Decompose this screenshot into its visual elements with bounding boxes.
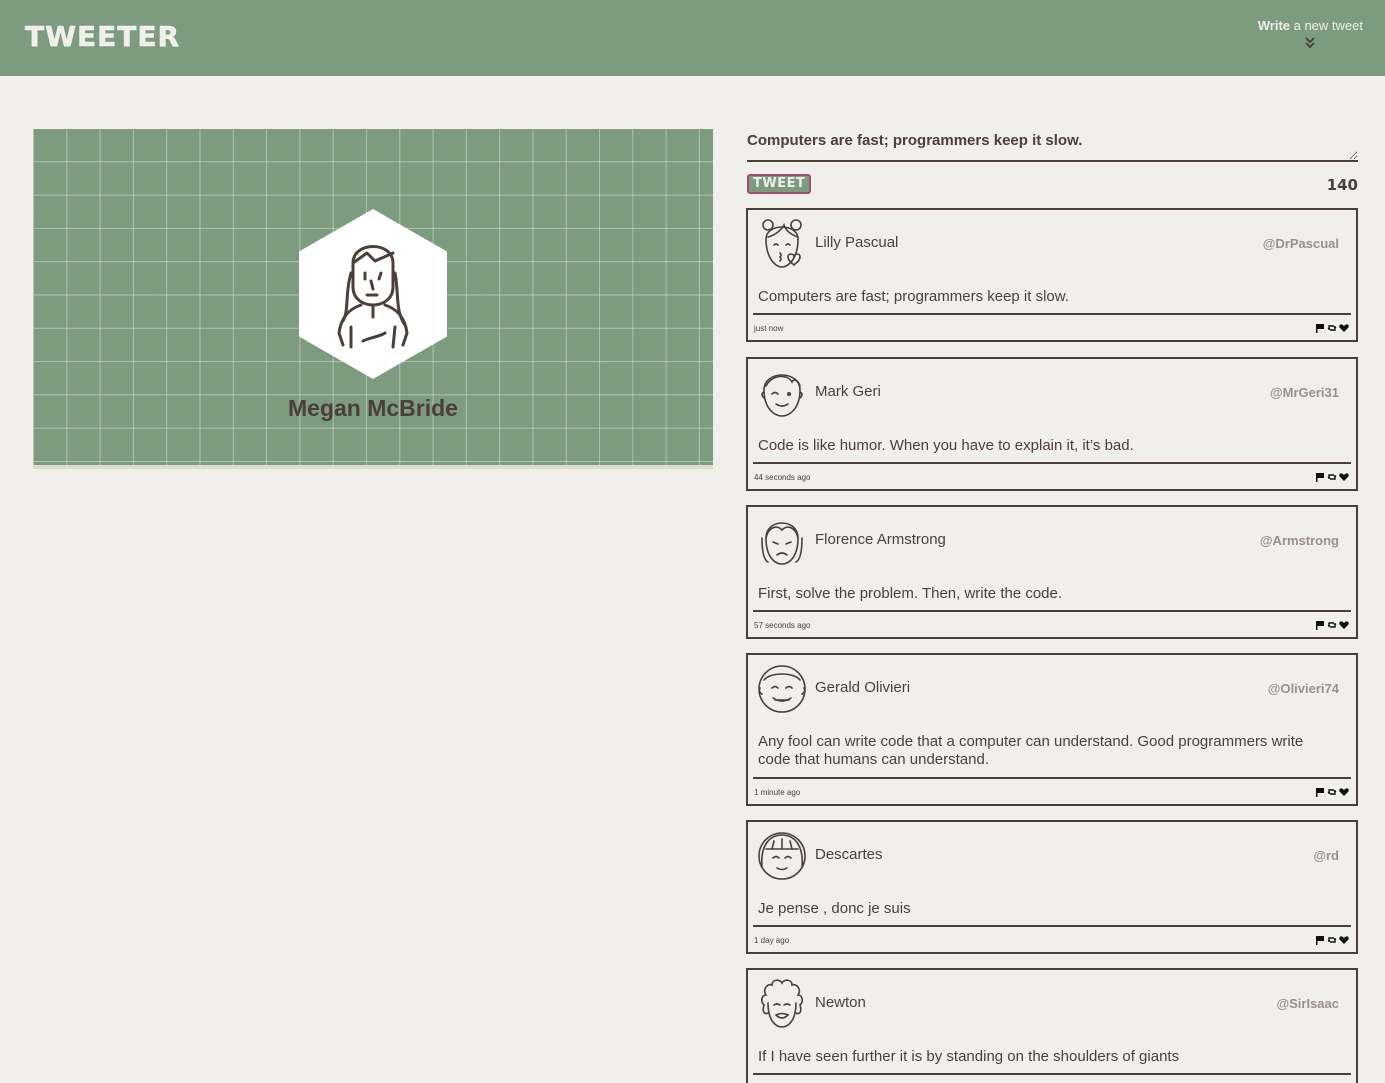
woman-sad-avatar-icon [761,522,803,565]
tweet-card: Lilly Pascual @DrPascual Computers are f… [746,208,1358,342]
tweet-author-handle[interactable]: @SirIsaac [1276,996,1339,1011]
retweet-icon[interactable] [1327,935,1337,945]
man-wink-avatar-icon [761,374,803,417]
tweet-author-name: Descartes [815,846,883,863]
tweet-text: Any fool can write code that a computer … [758,733,1304,768]
compose-form: TWEET 140 [747,126,1358,194]
tweet-card: Newton @SirIsaac If I have seen further … [746,968,1358,1083]
heart-icon[interactable] [1339,323,1349,333]
woman-buns-avatar-icon [762,219,802,268]
tweet-author-name: Newton [815,994,866,1011]
profile-header: Megan McBride [33,129,713,469]
tweet-text: Code is like humor. When you have to exp… [758,437,1134,454]
char-counter: 140 [1326,176,1358,194]
bob-hair-avatar-icon [758,832,806,880]
tweet-author-name: Lilly Pascual [815,234,899,251]
tweet-card: Descartes @rd Je pense , donc je suis 1 … [746,820,1358,954]
tweet-timestamp: 1 day ago [754,936,790,945]
woman-long-hair-icon [337,245,409,349]
profile-avatar [299,209,447,379]
tweet-author-name: Mark Geri [815,383,881,400]
tweet-actions [1315,323,1349,333]
tweet-text: Je pense , donc je suis [758,900,911,917]
tweet-footer: 1 day ago [753,925,1351,952]
app-logo[interactable]: TWEETER [25,20,180,54]
new-tweet-label: a new tweet [1290,18,1363,33]
tweet-footer: 57 seconds ago [753,610,1351,637]
tweet-author-handle[interactable]: @Olivieri74 [1268,681,1339,696]
flag-icon[interactable] [1315,620,1325,630]
tweet-footer [753,1073,1351,1083]
tweet-author-handle[interactable]: @rd [1313,848,1339,863]
retweet-icon[interactable] [1327,787,1337,797]
tweet-footer: 1 minute ago [753,777,1351,804]
tweet-text: If I have seen further it is by standing… [758,1048,1180,1065]
tweet-author-handle[interactable]: @MrGeri31 [1270,385,1339,400]
tweet-footer: just now [753,313,1351,340]
top-nav: TWEETER Write a new tweet [0,0,1385,76]
tweet-actions [1315,787,1349,797]
heart-icon[interactable] [1339,620,1349,630]
tweet-button[interactable]: TWEET [747,174,812,194]
heart-icon[interactable] [1339,935,1349,945]
flag-icon[interactable] [1315,472,1325,482]
tweet-footer: 44 seconds ago [753,462,1351,489]
flag-icon[interactable] [1315,323,1325,333]
tweet-timestamp: 57 seconds ago [754,621,811,630]
tweet-timestamp: just now [754,324,784,333]
write-label: Write [1257,18,1290,33]
heart-icon[interactable] [1339,787,1349,797]
tweet-card: Florence Armstrong @Armstrong First, sol… [746,505,1358,639]
tweet-card: Mark Geri @MrGeri31 Code is like humor. … [746,357,1358,491]
tweet-timestamp: 1 minute ago [754,788,801,797]
tweet-text: Computers are fast; programmers keep it … [758,288,1069,305]
tweet-timestamp: 44 seconds ago [754,473,811,482]
tweet-author-name: Gerald Olivieri [815,679,911,696]
tweet-card: Gerald Olivieri @Olivieri74 Any fool can… [746,653,1358,806]
tweet-textarea[interactable] [747,126,1358,162]
retweet-icon[interactable] [1327,323,1337,333]
tweet-author-name: Florence Armstrong [815,531,946,548]
profile-name: Megan McBride [288,395,458,421]
retweet-icon[interactable] [1327,620,1337,630]
retweet-icon[interactable] [1327,472,1337,482]
tweet-author-handle[interactable]: @Armstrong [1260,533,1339,548]
flag-icon[interactable] [1315,935,1325,945]
heart-icon[interactable] [1339,472,1349,482]
double-chevron-down-icon[interactable] [1303,36,1317,50]
tweet-actions [1315,935,1349,945]
tweet-actions [1315,620,1349,630]
tweet-text: First, solve the problem. Then, write th… [758,585,1063,602]
tweet-actions [1315,472,1349,482]
flag-icon[interactable] [1315,787,1325,797]
curly-hair-avatar-icon [761,979,803,1028]
write-tweet-toggle[interactable]: Write a new tweet [1258,18,1363,50]
tweet-author-handle[interactable]: @DrPascual [1263,236,1339,251]
man-smile-avatar-icon [758,665,806,713]
